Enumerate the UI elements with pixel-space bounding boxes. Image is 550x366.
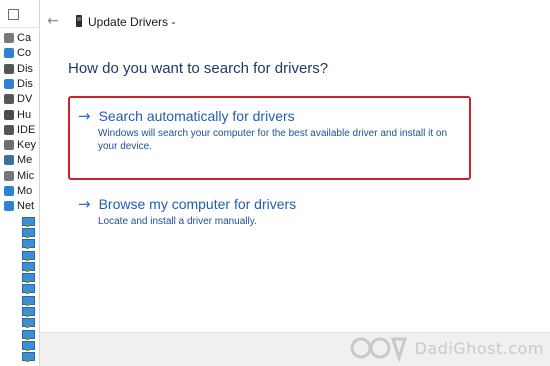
network-adapter-icon[interactable] [22, 261, 35, 273]
dialog-heading: How do you want to search for drivers? [68, 60, 329, 77]
network-adapter-icon[interactable] [22, 250, 35, 262]
network-adapter-icon[interactable] [22, 352, 35, 363]
mice-icon [4, 170, 14, 181]
update-drivers-dialog: ← Update Drivers - How do you want to se… [40, 0, 550, 366]
monitor-icon [4, 186, 14, 196]
device-category-label: Mo [17, 185, 33, 197]
device-manager-toolbar [0, 0, 40, 28]
network-adapter-icon[interactable] [22, 329, 35, 341]
computer-icon [4, 48, 14, 59]
device-category-item[interactable]: Ca [4, 31, 42, 45]
option-title: Browse my computer for drivers [98, 196, 297, 212]
keyboard-icon [4, 140, 14, 151]
toolbar-square-icon[interactable] [8, 9, 19, 20]
option-title: Search automatically for drivers [98, 108, 295, 124]
device-category-label: Net [17, 200, 35, 213]
screen: Ca Co Dis Dis DV Hu IDE Key Me Mic Mo Net ← Update … [0, 0, 550, 366]
back-arrow-icon[interactable]: ← [44, 12, 62, 30]
device-category-label: Ca [17, 32, 32, 44]
device-category-item[interactable]: Me [4, 153, 42, 167]
network-adapter-icon[interactable] [22, 340, 35, 352]
device-category-item[interactable]: DV [4, 92, 42, 106]
memory-icon [4, 155, 14, 166]
device-category-item[interactable]: Dis [4, 62, 42, 76]
network-adapter-icon[interactable] [22, 216, 35, 228]
human-interface-icon [4, 109, 14, 120]
browse-computer-option[interactable]: → Browse my computer for drivers Locate … [68, 196, 468, 236]
disk-drive-icon [4, 63, 14, 74]
network-adapter-icon[interactable] [22, 273, 35, 284]
device-manager-panel: Ca Co Dis Dis DV Hu IDE Key Me Mic Mo Net [0, 0, 40, 366]
network-adapter-icon[interactable] [22, 227, 35, 239]
device-category-item[interactable]: Key [4, 138, 42, 152]
device-category-item[interactable]: Net [4, 199, 42, 213]
watermark: DadiGhost.com [349, 334, 544, 362]
option-description: Locate and install a driver manually. [98, 216, 257, 227]
device-category-label: DV [17, 93, 33, 106]
watermark-logo-icon [350, 337, 407, 362]
device-category-item[interactable]: Co [4, 46, 42, 60]
device-category-item[interactable]: IDE [4, 123, 42, 137]
network-adapter-icon[interactable] [22, 239, 35, 250]
device-category-label: Mic [17, 169, 35, 182]
device-category-label: Dis [17, 62, 33, 75]
dvd-drive-icon [4, 94, 14, 105]
device-category-item[interactable]: Mic [4, 169, 42, 183]
network-adapter-icon [4, 201, 14, 212]
dialog-title: Update Drivers - [88, 15, 176, 29]
option-header: → Search automatically for drivers [78, 108, 459, 124]
device-category-label: Co [17, 47, 32, 60]
device-icon [76, 15, 82, 27]
watermark-text: DadiGhost.com [414, 338, 544, 358]
camera-icon [4, 33, 14, 43]
network-adapter-icon[interactable] [22, 318, 35, 329]
device-category-label: Hu [17, 108, 32, 121]
ide-controller-icon [4, 124, 14, 135]
device-category-label: Me [17, 154, 33, 167]
device-category-label: Key [17, 139, 36, 152]
device-category-label: IDE [17, 123, 36, 136]
network-adapter-icon[interactable] [22, 295, 35, 307]
search-automatically-option[interactable]: → Search automatically for drivers Windo… [68, 96, 471, 180]
network-adapter-icon[interactable] [22, 284, 35, 295]
device-category-item[interactable]: Dis [4, 77, 42, 91]
device-category-label: Dis [17, 77, 33, 90]
right-arrow-icon: → [78, 107, 91, 125]
device-category-item[interactable]: Hu [4, 108, 42, 122]
display-adapter-icon [4, 78, 14, 89]
device-category-item[interactable]: Mo [4, 184, 42, 198]
option-header: → Browse my computer for drivers [78, 196, 458, 212]
right-arrow-icon: → [78, 195, 91, 213]
dialog-titlebar: ← Update Drivers - [40, 0, 550, 40]
option-description: Windows will search your computer for th… [98, 128, 448, 152]
network-adapter-icon[interactable] [22, 307, 35, 318]
